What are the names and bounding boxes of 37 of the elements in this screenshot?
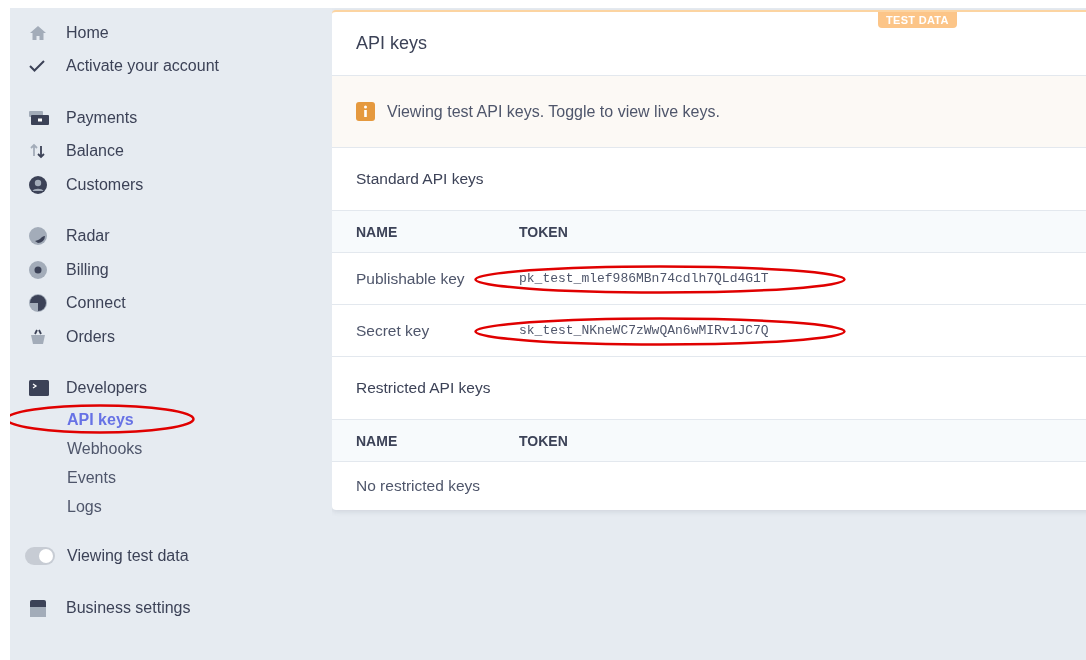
sidebar-item[interactable]: Developers	[10, 371, 332, 405]
column-header: NAME	[356, 223, 399, 240]
key-name: Secret key	[356, 321, 431, 340]
sidebar-item[interactable]: Activate your account	[10, 49, 332, 83]
pie-icon	[29, 294, 47, 313]
home-icon	[29, 24, 47, 41]
radar-icon	[29, 227, 47, 246]
sidebar-item[interactable]: Balance	[10, 134, 332, 168]
person-icon	[29, 175, 47, 194]
sidebar-item[interactable]: Radar	[10, 219, 332, 253]
storefront-icon	[29, 598, 47, 617]
sidebar-subitem[interactable]: Webhooks	[10, 434, 332, 463]
column-header: TOKEN	[519, 432, 569, 449]
basket-icon	[29, 328, 47, 345]
sidebar-item[interactable]: Customers	[10, 168, 332, 202]
sidebar-item[interactable]: Business settings	[10, 591, 332, 625]
sidebar-subitem[interactable]: Events	[10, 463, 332, 492]
terminal-icon	[29, 380, 49, 397]
test-data-badge: TEST DATA	[878, 12, 957, 28]
info-text: Viewing test API keys. Toggle to view live keys.	[387, 102, 720, 121]
sidebar-item[interactable]: Connect	[10, 286, 332, 320]
column-header: TOKEN	[519, 223, 569, 240]
target-icon	[29, 260, 47, 279]
sidebar-item[interactable]: Orders	[10, 320, 332, 354]
info-icon	[356, 102, 375, 121]
key-name: Publishable key	[356, 269, 466, 288]
up-down-arrows-icon	[29, 142, 47, 161]
toggle-switch[interactable]	[25, 547, 55, 565]
sidebar-item[interactable]: Home	[10, 16, 332, 50]
toggle-label: Viewing test data	[67, 547, 189, 565]
sidebar-item[interactable]: Billing	[10, 253, 332, 287]
sidebar-subitem[interactable]: Logs	[10, 492, 332, 521]
sidebar-item[interactable]: Payments	[10, 101, 332, 135]
empty-message: No restricted keys	[355, 476, 482, 496]
column-header: NAME	[356, 432, 399, 449]
wallet-icon	[29, 110, 49, 125]
checkmark-icon	[29, 60, 45, 73]
